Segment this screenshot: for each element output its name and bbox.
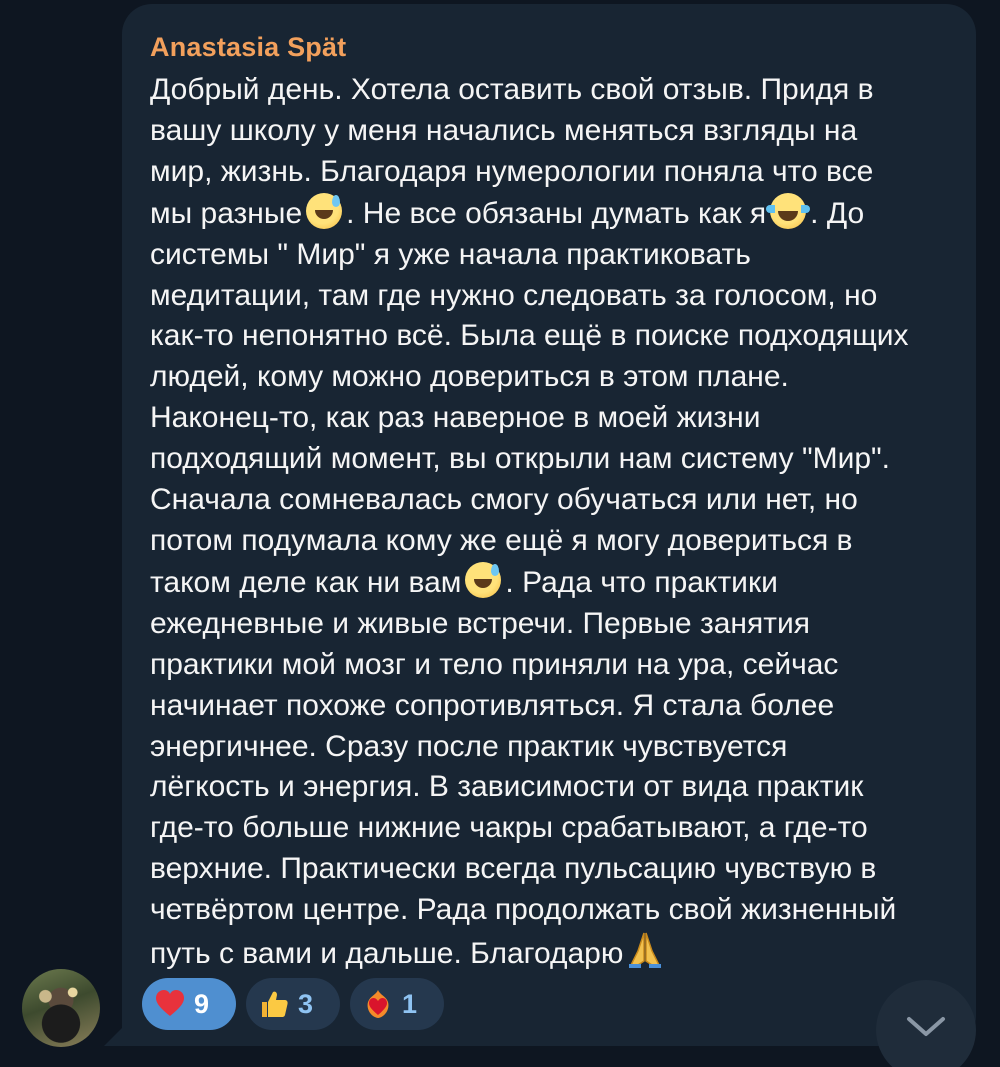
message-line-text: мы разные — [150, 196, 303, 230]
message-line: подходящий момент, вы открыли нам систем… — [150, 439, 960, 480]
message-line: лёгкость и энергия. В зависимости от вид… — [150, 767, 960, 808]
message-line-text: потом подумала кому же ещё я могу довери… — [150, 523, 853, 557]
chat-view: Anastasia Spät Добрый день. Хотела остав… — [0, 0, 1000, 1067]
message-line: системы " Мир" я уже начала практиковать — [150, 235, 960, 276]
message-line: путь с вами и дальше. Благодарю — [150, 931, 960, 975]
reaction-heart-on-fire[interactable]: 1 — [350, 978, 444, 1030]
message-line-text: где-то больше нижние чакры срабатывают, … — [150, 811, 868, 845]
folded-hands-emoji-icon — [627, 931, 663, 969]
bubble-tail — [104, 1026, 124, 1046]
sweat-smile-emoji-icon — [306, 192, 343, 229]
message-line-text: системы " Мир" я уже начала практиковать — [150, 237, 751, 271]
message-line-text: четвёртом центре. Рада продолжать свой ж… — [150, 893, 897, 927]
message-line: мир, жизнь. Благодаря нумерологии поняла… — [150, 152, 960, 193]
message-line-text: мир, жизнь. Благодаря нумерологии поняла… — [150, 154, 874, 188]
message-line-text: лёгкость и энергия. В зависимости от вид… — [150, 770, 864, 804]
reaction-count: 9 — [194, 988, 210, 1019]
message-line-text: начинает похоже сопротивляться. Я стала … — [150, 688, 835, 722]
heart-on-fire-icon — [362, 988, 394, 1020]
message-line-text: Добрый день. Хотела оставить свой отзыв.… — [150, 73, 874, 106]
message-line-text: людей, кому можно довериться в этом план… — [150, 360, 789, 394]
message-line-text: вашу школу у меня начались меняться взгл… — [150, 113, 858, 147]
sweat-smile-emoji-icon — [465, 561, 502, 598]
message-line-text: Сначала сомневалась смогу обучаться или … — [150, 483, 858, 517]
thumbs-up-icon — [258, 988, 290, 1020]
message-bubble[interactable]: Anastasia Spät Добрый день. Хотела остав… — [122, 4, 976, 1046]
message-line-text: таком деле как ни вам — [150, 565, 462, 599]
message-line-text: верхние. Практически всегда пульсацию чу… — [150, 852, 877, 886]
reaction-thumbs-up[interactable]: 3 — [246, 978, 340, 1030]
message-line: мы разные . Не все обязаны думать как я . … — [150, 192, 960, 235]
message-line-text: медитации, там где нужно следовать за го… — [150, 278, 878, 312]
message-line-text: подходящий момент, вы открыли нам систем… — [150, 442, 891, 476]
tears-of-joy-emoji-icon — [766, 192, 811, 229]
message-line: энергичнее. Сразу после практик чувствуе… — [150, 727, 960, 768]
message-line-text: . Не все обязаны думать как я — [346, 196, 767, 230]
message-line: Наконец-то, как раз наверное в моей жизн… — [150, 398, 960, 439]
heart-icon — [154, 988, 186, 1020]
message-line: таком деле как ни вам . Рада что практики — [150, 561, 960, 604]
message-line: где-то больше нижние чакры срабатывают, … — [150, 808, 960, 849]
message-line-text: как-то непонятно всё. Была ещё в поиске … — [150, 319, 909, 353]
message-line: четвёртом центре. Рада продолжать свой ж… — [150, 890, 960, 931]
reaction-heart[interactable]: 9 — [142, 978, 236, 1030]
message-line: Сначала сомневалась смогу обучаться или … — [150, 480, 960, 521]
message-line: начинает похоже сопротивляться. Я стала … — [150, 686, 960, 727]
message-line-text: ежедневные и живые встречи. Первые занят… — [150, 606, 810, 640]
message-line: потом подумала кому же ещё я могу довери… — [150, 521, 960, 562]
message-line: медитации, там где нужно следовать за го… — [150, 276, 960, 317]
message-line-text: . Рада что практики — [505, 565, 778, 599]
reaction-count: 3 — [298, 988, 314, 1019]
message-line: верхние. Практически всегда пульсацию чу… — [150, 849, 960, 890]
reactions-bar: 9 3 1 — [142, 978, 444, 1030]
chevron-down-icon — [907, 1017, 945, 1036]
message-line: ежедневные и живые встречи. Первые занят… — [150, 604, 960, 645]
message-line-text: Наконец-то, как раз наверное в моей жизн… — [150, 401, 761, 435]
message-line-text: энергичнее. Сразу после практик чувствуе… — [150, 729, 788, 763]
message-line-text: путь с вами и дальше. Благодарю — [150, 937, 624, 971]
message-line: Добрый день. Хотела оставить свой отзыв.… — [150, 70, 960, 111]
message-line: людей, кому можно довериться в этом план… — [150, 357, 960, 398]
sender-name[interactable]: Anastasia Spät — [150, 32, 346, 63]
avatar[interactable] — [22, 969, 100, 1047]
message-line: как-то непонятно всё. Была ещё в поиске … — [150, 316, 960, 357]
message-line-text: . До — [810, 196, 865, 230]
message-text: Добрый день. Хотела оставить свой отзыв.… — [150, 70, 960, 975]
message-line: вашу школу у меня начались меняться взгл… — [150, 111, 960, 152]
message-line-text: практики мой мозг и тело приняли на ура,… — [150, 647, 839, 681]
message-line: практики мой мозг и тело приняли на ура,… — [150, 645, 960, 686]
reaction-count: 1 — [402, 988, 418, 1019]
